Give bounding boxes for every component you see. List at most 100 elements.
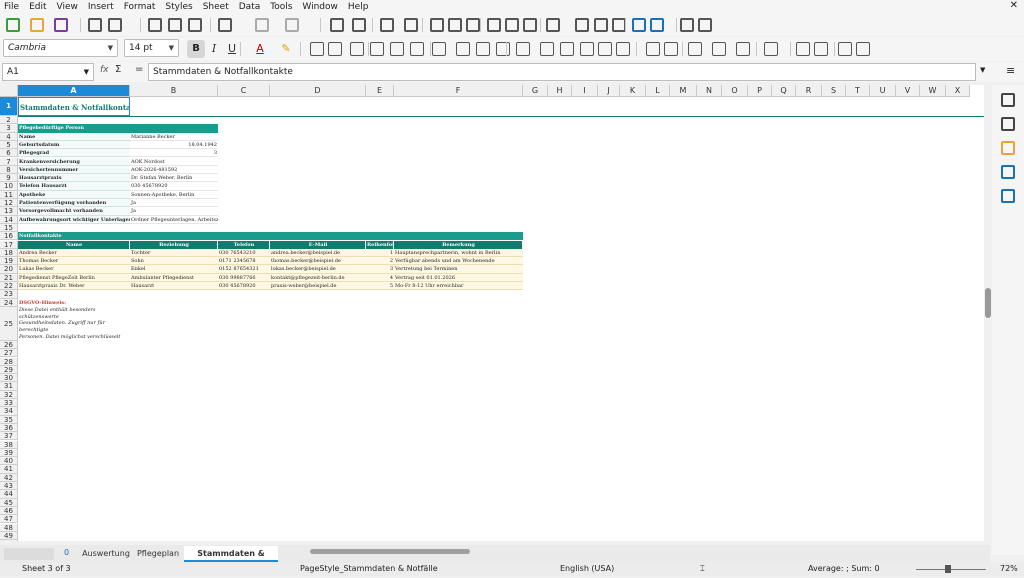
menu-file[interactable]: File	[4, 2, 19, 12]
column-header[interactable]: U	[870, 85, 896, 97]
row-header[interactable]: 4	[0, 133, 18, 141]
row-header[interactable]: 5	[0, 141, 18, 149]
align-left-icon[interactable]	[310, 42, 324, 56]
horizontal-scrollbar[interactable]	[310, 549, 470, 554]
row-header[interactable]: 28	[0, 358, 18, 366]
paste-icon[interactable]	[188, 18, 202, 32]
merge-center-icon[interactable]	[476, 42, 490, 56]
column-header[interactable]: O	[722, 85, 748, 97]
border-color-icon[interactable]	[736, 42, 750, 56]
row-header[interactable]: 7	[0, 158, 18, 166]
column-header[interactable]: T	[846, 85, 870, 97]
italic-icon[interactable]: I	[206, 42, 222, 56]
formula-icon[interactable]: =	[135, 64, 143, 75]
font-color-icon[interactable]: A	[252, 42, 268, 56]
styles-icon[interactable]	[1001, 117, 1015, 131]
menu-format[interactable]: Format	[124, 2, 156, 12]
column-header[interactable]: R	[796, 85, 822, 97]
tab-navigation-buttons[interactable]	[4, 548, 54, 560]
row-header[interactable]: 36	[0, 424, 18, 432]
row-header[interactable]: 21	[0, 274, 18, 282]
font-name-combo[interactable]: Cambria ▼	[3, 39, 118, 57]
navigator-icon[interactable]	[1001, 165, 1015, 179]
column-header[interactable]: Q	[772, 85, 796, 97]
column-header[interactable]: C	[218, 85, 270, 97]
row-header[interactable]: 24	[0, 299, 18, 307]
spreadsheet-grid[interactable]: ABCDEFGHIJKLMNOPQRSTUVWX1234567891011121…	[0, 85, 990, 541]
row-header[interactable]: 3	[0, 124, 18, 132]
autofilter-icon[interactable]	[466, 18, 480, 32]
comment-icon[interactable]	[594, 18, 608, 32]
row-header[interactable]: 41	[0, 465, 18, 473]
sort-descending-icon[interactable]	[448, 18, 462, 32]
define-print-area-icon[interactable]	[632, 18, 646, 32]
row-header[interactable]: 18	[0, 249, 18, 257]
column-header[interactable]: F	[394, 85, 523, 97]
expand-formula-icon[interactable]: ▼	[980, 66, 985, 74]
row-header[interactable]: 9	[0, 174, 18, 182]
column-header[interactable]: X	[946, 85, 970, 97]
add-sheet-icon[interactable]: 0	[64, 548, 69, 557]
select-all-corner[interactable]	[0, 85, 18, 97]
name-box[interactable]: A1 ▼	[2, 63, 94, 81]
spelling-icon[interactable]	[352, 18, 366, 32]
row-header[interactable]: 46	[0, 507, 18, 515]
menu-window[interactable]: Window	[302, 2, 338, 12]
freeze-rows-columns-icon[interactable]	[650, 18, 664, 32]
border-style-icon[interactable]	[712, 42, 726, 56]
row-header[interactable]: 25	[0, 307, 18, 341]
decrease-indent-icon[interactable]	[664, 42, 678, 56]
insert-image-icon[interactable]	[487, 18, 501, 32]
left-to-right-icon[interactable]	[796, 42, 810, 56]
export-pdf-icon[interactable]	[88, 18, 102, 32]
save-icon[interactable]	[54, 18, 68, 32]
increase-indent-icon[interactable]	[646, 42, 660, 56]
menu-styles[interactable]: Styles	[165, 2, 192, 12]
format-number-icon[interactable]	[560, 42, 574, 56]
row-header[interactable]: 20	[0, 265, 18, 273]
column-header[interactable]: S	[822, 85, 846, 97]
scroll-thumb[interactable]	[985, 288, 991, 318]
menu-edit[interactable]: Edit	[29, 2, 46, 12]
row-header[interactable]: 40	[0, 457, 18, 465]
undo-icon[interactable]	[255, 18, 269, 32]
text-direction-icon[interactable]	[838, 42, 852, 56]
row-header[interactable]: 47	[0, 515, 18, 523]
align-center-icon[interactable]	[328, 42, 342, 56]
row-header[interactable]: 44	[0, 490, 18, 498]
hyperlink-icon[interactable]	[575, 18, 589, 32]
right-to-left-icon[interactable]	[814, 42, 828, 56]
column-header[interactable]: A	[18, 85, 130, 97]
functions-icon[interactable]	[1001, 189, 1015, 203]
zoom-level[interactable]: 72%	[1000, 564, 1018, 573]
properties-icon[interactable]	[1001, 93, 1015, 107]
show-draw-functions-icon[interactable]	[698, 18, 712, 32]
font-size-combo[interactable]: 14 pt ▼	[124, 39, 179, 57]
copy-icon[interactable]	[168, 18, 182, 32]
column-header[interactable]: I	[572, 85, 598, 97]
zoom-slider-handle[interactable]	[945, 565, 951, 573]
row-header[interactable]: 37	[0, 432, 18, 440]
sum-icon[interactable]: Σ	[115, 64, 121, 75]
row-header[interactable]: 27	[0, 349, 18, 357]
row-header[interactable]: 38	[0, 441, 18, 449]
pivot-table-icon[interactable]	[523, 18, 537, 32]
row-header[interactable]: 33	[0, 399, 18, 407]
row-header[interactable]: 50	[0, 540, 18, 541]
vertical-scrollbar[interactable]	[984, 85, 992, 541]
selection-mode-icon[interactable]: ⌶	[700, 564, 705, 574]
row-header[interactable]: 42	[0, 474, 18, 482]
special-character-icon[interactable]	[546, 18, 560, 32]
clone-formatting-icon[interactable]	[218, 18, 232, 32]
language[interactable]: English (USA)	[560, 564, 614, 573]
row-header[interactable]: 1	[0, 97, 18, 116]
wrap-text-icon[interactable]	[432, 42, 446, 56]
row-header[interactable]: 12	[0, 199, 18, 207]
align-right-icon[interactable]	[350, 42, 364, 56]
open-icon[interactable]	[30, 18, 44, 32]
row-header[interactable]: 22	[0, 282, 18, 290]
remove-decimal-icon[interactable]	[616, 42, 630, 56]
column-header[interactable]: G	[523, 85, 548, 97]
split-window-icon[interactable]	[680, 18, 694, 32]
chevron-down-icon[interactable]: ▼	[108, 40, 113, 56]
